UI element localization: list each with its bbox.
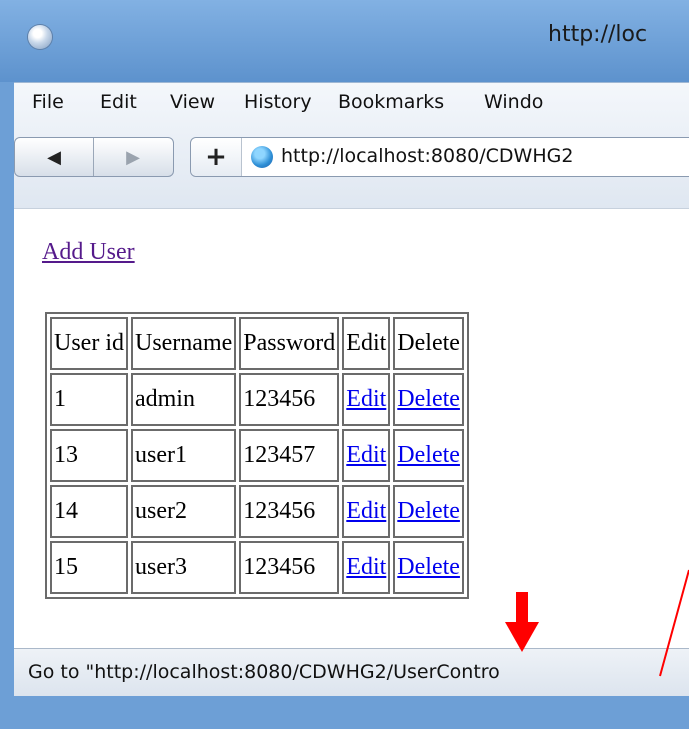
annotation-line bbox=[659, 569, 689, 677]
